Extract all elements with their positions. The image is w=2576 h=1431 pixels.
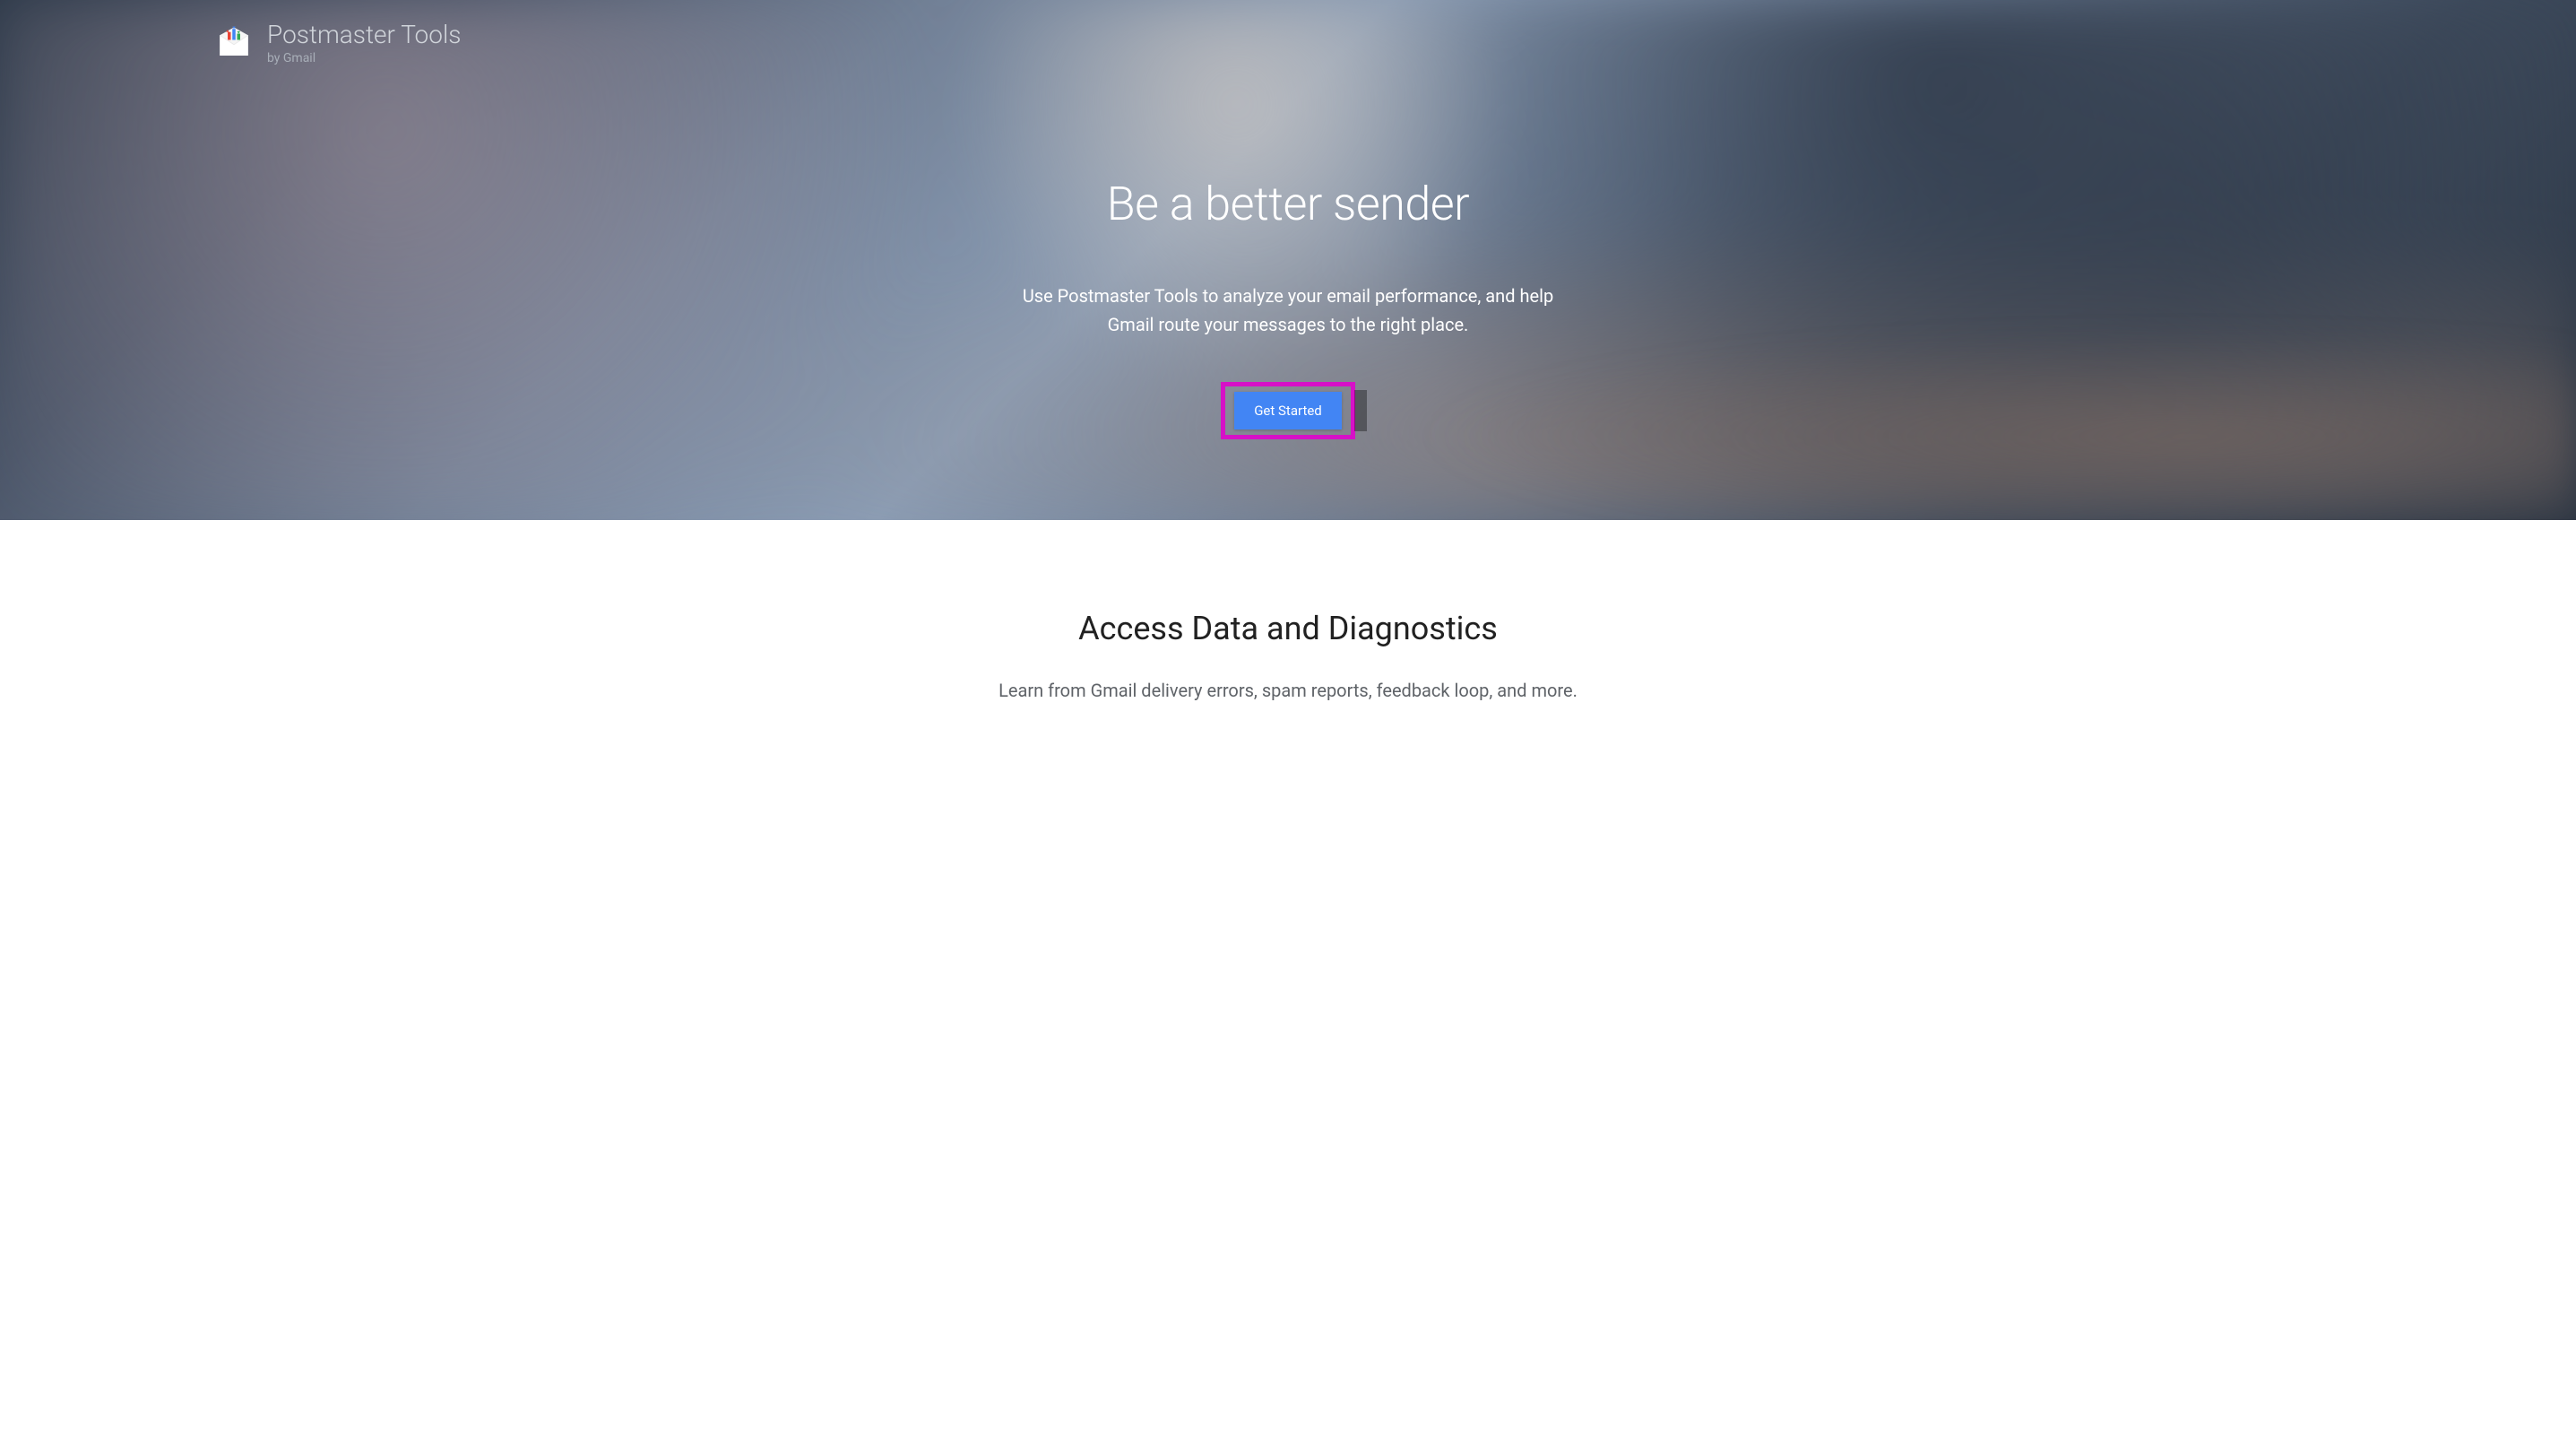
annotation-highlight-box: Get Started (1221, 382, 1355, 439)
get-started-button[interactable]: Get Started (1234, 392, 1342, 429)
hero-subtitle: Use Postmaster Tools to analyze your ema… (1001, 282, 1575, 339)
header: Postmaster Tools by Gmail (0, 0, 2576, 87)
data-diagnostics-section: Access Data and Diagnostics Learn from G… (0, 520, 2576, 737)
product-name: Postmaster Tools (267, 22, 461, 49)
hero-title: Be a better sender (36, 177, 2540, 231)
hero-section: Postmaster Tools by Gmail Be a better se… (0, 0, 2576, 520)
section-subtitle: Learn from Gmail delivery errors, spam r… (36, 680, 2540, 701)
postmaster-logo-icon (215, 24, 253, 62)
logo-text-block: Postmaster Tools by Gmail (267, 22, 461, 65)
product-tagline: by Gmail (267, 51, 461, 65)
hero-content: Be a better sender Use Postmaster Tools … (0, 177, 2576, 439)
section-title: Access Data and Diagnostics (36, 610, 2540, 647)
cta-wrapper: Get Started (36, 382, 2540, 439)
